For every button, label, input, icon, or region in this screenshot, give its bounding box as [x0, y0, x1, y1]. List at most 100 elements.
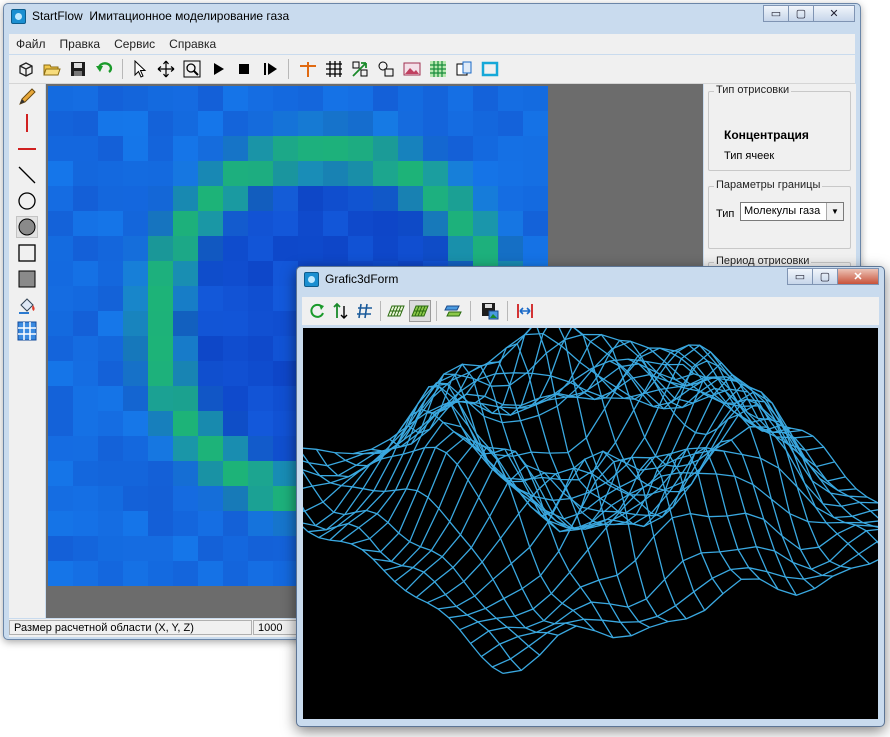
shapes-icon[interactable]	[375, 58, 397, 80]
square-filled-icon[interactable]	[16, 268, 38, 290]
heatmap-cell	[148, 261, 173, 286]
menu-service[interactable]: Сервис	[107, 37, 162, 51]
menu-file[interactable]: Файл	[9, 37, 53, 51]
main-titlebar[interactable]: StartFlow Имитационное моделирование газ…	[4, 4, 860, 29]
heatmap-cell	[273, 461, 298, 486]
circle-filled-icon[interactable]	[16, 216, 38, 238]
render-option-cell-type[interactable]: Тип ячеек	[724, 150, 774, 162]
open-folder-icon[interactable]	[41, 58, 63, 80]
maximize-icon[interactable]: ▢	[812, 268, 838, 285]
plane-grid-icon[interactable]	[385, 300, 407, 322]
boundary-type-select[interactable]: Молекулы газа ▼	[740, 202, 844, 221]
heatmap-cell	[523, 211, 548, 236]
minimize-icon[interactable]: ▭	[763, 5, 789, 22]
caption-buttons: ▭ ▢ ✕	[763, 5, 855, 22]
heatmap-cell	[323, 111, 348, 136]
wireframe-line	[572, 347, 834, 577]
heatmap-cell	[173, 486, 198, 511]
grid-cells-icon[interactable]	[16, 320, 38, 342]
axis-down-icon[interactable]	[330, 300, 352, 322]
square-outline-icon[interactable]	[16, 242, 38, 264]
heatmap-cell	[48, 361, 73, 386]
move-arrows-icon[interactable]	[155, 58, 177, 80]
copy-window-icon[interactable]	[453, 58, 475, 80]
fit-frame-icon[interactable]	[479, 58, 501, 80]
scale-arrow-icon[interactable]	[349, 58, 371, 80]
heatmap-cell	[398, 136, 423, 161]
zoom-icon[interactable]	[181, 58, 203, 80]
heatmap-cell	[223, 136, 248, 161]
heatmap-cell	[148, 161, 173, 186]
grafic3d-titlebar[interactable]: Grafic3dForm ▭ ▢ ✕	[297, 267, 884, 292]
grid-icon[interactable]	[323, 58, 345, 80]
pointer-icon[interactable]	[129, 58, 151, 80]
layers-icon[interactable]	[442, 300, 464, 322]
new-cube-icon[interactable]	[15, 58, 37, 80]
step-forward-icon[interactable]	[259, 58, 281, 80]
heatmap-cell	[73, 436, 98, 461]
heatmap-cell	[423, 161, 448, 186]
heatmap-cell	[148, 236, 173, 261]
grid-hash-icon[interactable]	[354, 300, 376, 322]
wireframe-surface	[303, 328, 878, 675]
heatmap-cell	[148, 536, 173, 561]
chevron-down-icon[interactable]: ▼	[826, 203, 843, 220]
save-picture-icon[interactable]	[479, 300, 501, 322]
heatmap-cell	[198, 186, 223, 211]
wireframe-line	[437, 426, 878, 610]
render-option-concentration[interactable]: Концентрация	[724, 128, 809, 142]
pencil-icon[interactable]	[16, 86, 38, 108]
menu-help[interactable]: Справка	[162, 37, 223, 51]
minimize-icon[interactable]: ▭	[787, 268, 813, 285]
heatmap-cell	[373, 86, 398, 111]
heatmap-cell	[73, 361, 98, 386]
heatmap-cell	[173, 111, 198, 136]
diagonal-line-icon[interactable]	[16, 164, 38, 186]
heatmap-cell	[198, 311, 223, 336]
cursor-cross-icon[interactable]	[297, 58, 319, 80]
heatmap-cell	[348, 186, 373, 211]
paint-bucket-icon[interactable]	[16, 294, 38, 316]
heatmap-cell	[148, 286, 173, 311]
fit-width-icon[interactable]	[514, 300, 536, 322]
heatmap-cell	[298, 86, 323, 111]
heatmap-cell	[173, 436, 198, 461]
close-icon[interactable]: ✕	[837, 268, 879, 285]
heatmap-cell	[173, 461, 198, 486]
undo-arrow-icon[interactable]	[93, 58, 115, 80]
maximize-icon[interactable]: ▢	[788, 5, 814, 22]
wireframe-3d-canvas[interactable]	[303, 328, 878, 719]
heatmap-cell	[248, 511, 273, 536]
play-icon[interactable]	[207, 58, 229, 80]
heatmap-cell	[98, 461, 123, 486]
heatmap-cell	[73, 336, 98, 361]
heatmap-cell	[48, 186, 73, 211]
wireframe-line	[353, 386, 614, 639]
heatmap-cell	[148, 461, 173, 486]
heatmap-cell	[148, 111, 173, 136]
heatmap-cell	[173, 86, 198, 111]
grafic3d-toolbar	[302, 297, 879, 325]
heatmap-cell	[373, 161, 398, 186]
heatmap-cell	[323, 161, 348, 186]
circle-outline-icon[interactable]	[16, 190, 38, 212]
heatmap-cell	[173, 561, 198, 586]
rotate-refresh-icon[interactable]	[306, 300, 328, 322]
heatmap-cell	[298, 211, 323, 236]
plane-grid-filled-icon[interactable]	[409, 300, 431, 322]
heatmap-cell	[398, 236, 423, 261]
picture-icon[interactable]	[401, 58, 423, 80]
heatmap-cell	[98, 186, 123, 211]
horizontal-line-icon[interactable]	[16, 138, 38, 160]
heatmap-cell	[498, 136, 523, 161]
heatmap-cell	[398, 86, 423, 111]
heatmap-cell	[198, 86, 223, 111]
grid-green-icon[interactable]	[427, 58, 449, 80]
vertical-line-icon[interactable]	[16, 112, 38, 134]
close-icon[interactable]: ✕	[813, 5, 855, 22]
menu-edit[interactable]: Правка	[53, 37, 108, 51]
stop-icon[interactable]	[233, 58, 255, 80]
save-disk-icon[interactable]	[67, 58, 89, 80]
heatmap-cell	[173, 386, 198, 411]
heatmap-cell	[173, 336, 198, 361]
